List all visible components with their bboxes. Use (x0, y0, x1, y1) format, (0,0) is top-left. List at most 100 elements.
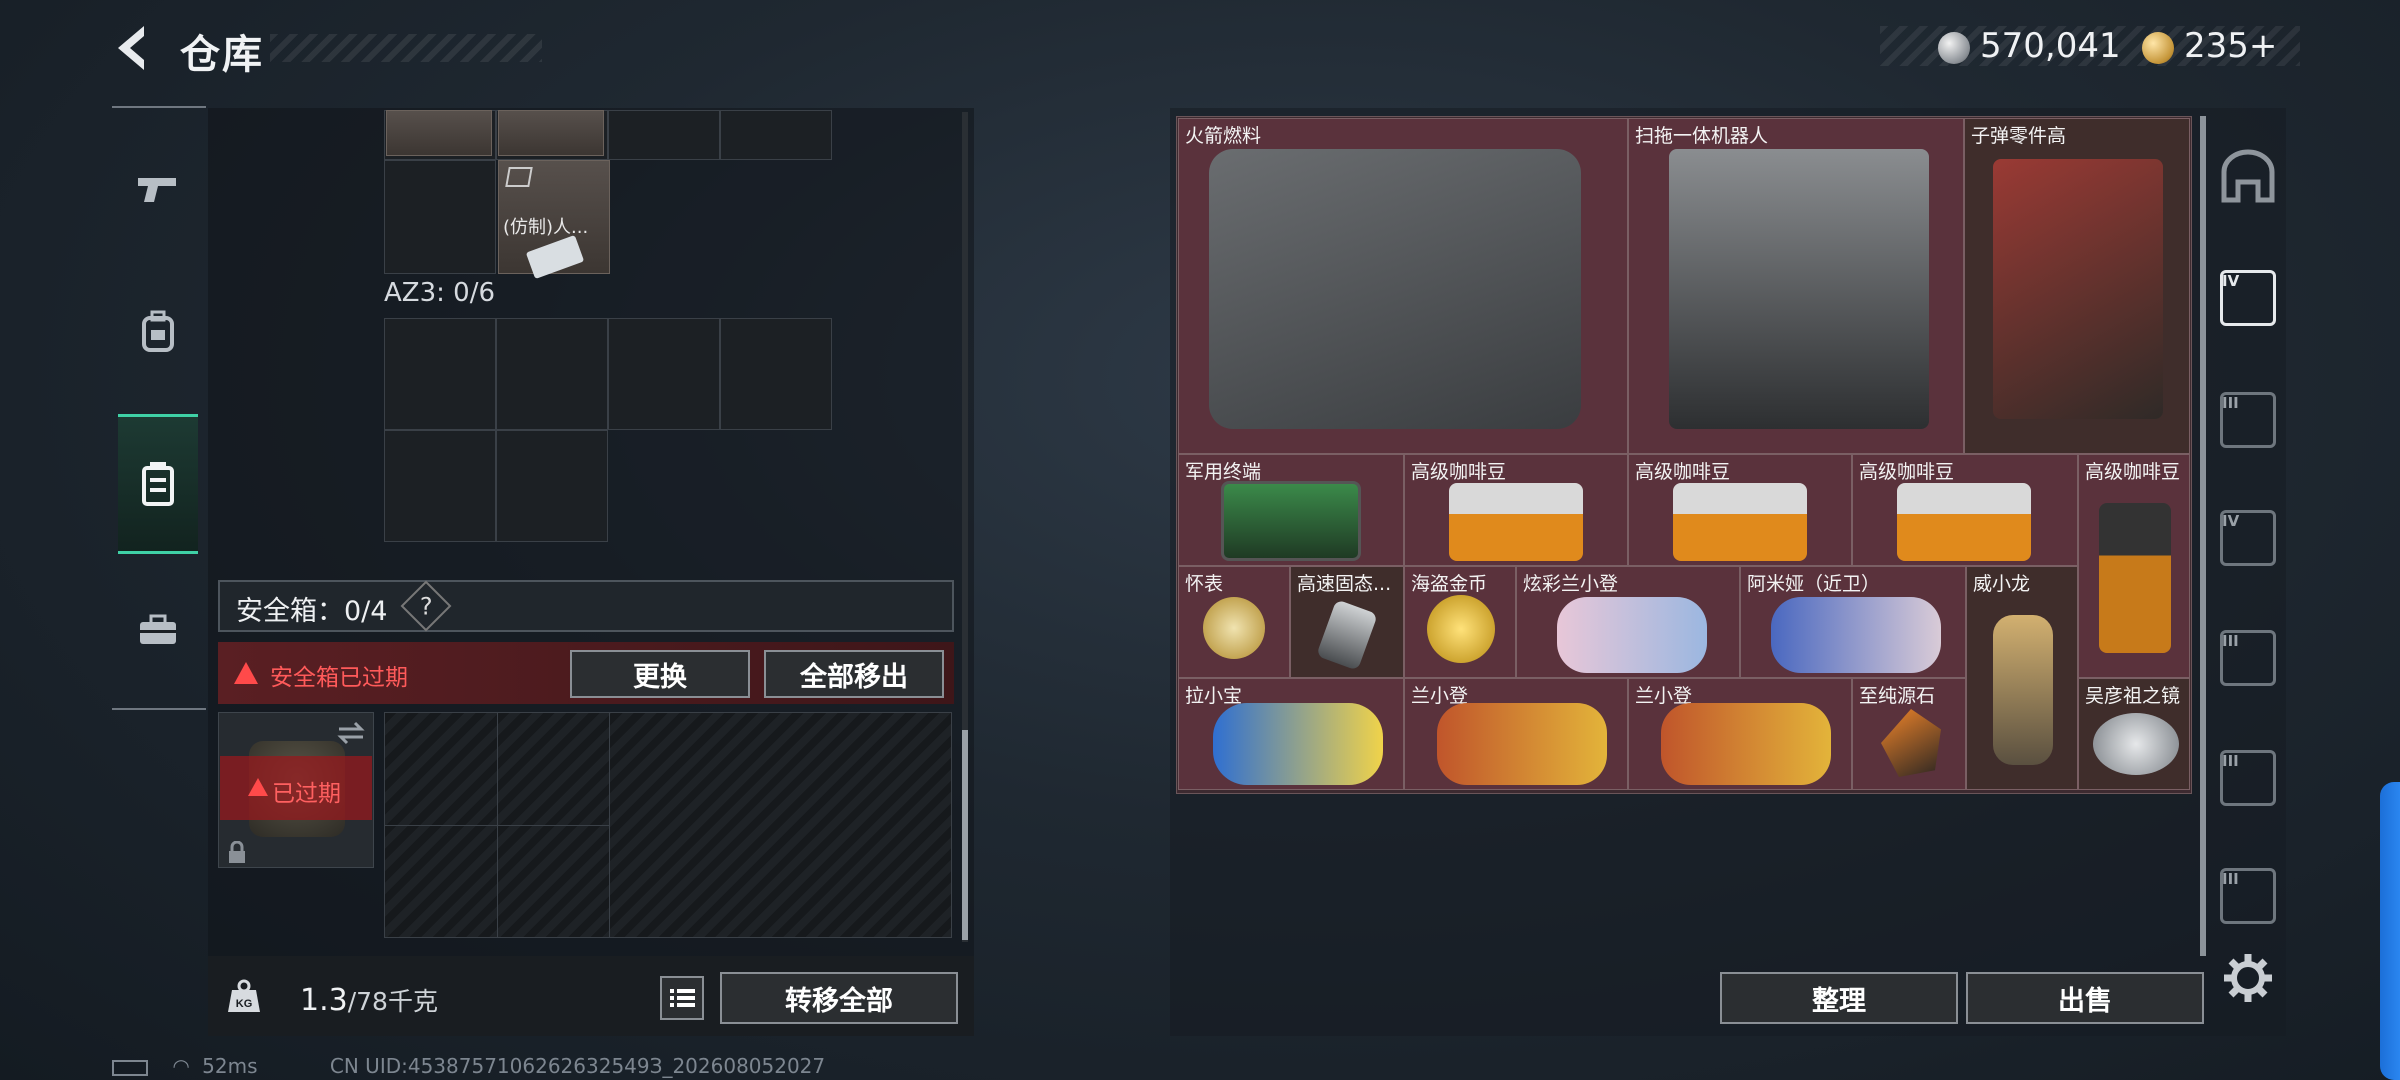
stash-item[interactable]: 高速固态... (1290, 566, 1404, 678)
warning-icon (234, 662, 258, 684)
item-label: 吴彦祖之镜 (2085, 685, 2181, 707)
stash-item[interactable]: 阿米娅（近卫） (1740, 566, 1966, 678)
ssd-image (1316, 599, 1378, 671)
weight-readout: 1.3/78千克 (300, 982, 438, 1018)
list-icon (670, 989, 695, 1007)
weight-max: /78千克 (347, 987, 438, 1016)
tier-label: III (2222, 394, 2239, 412)
scrollbar-thumb[interactable] (962, 730, 968, 940)
tier-label: III (2222, 870, 2239, 888)
coffee-beans-image (1673, 483, 1807, 561)
stash-item[interactable]: 怀表 (1178, 566, 1290, 678)
item-label: 高级咖啡豆 (1859, 461, 1955, 483)
coffee-bag-image (2099, 503, 2171, 653)
figure-image (1771, 597, 1941, 673)
warning-icon (248, 778, 268, 796)
silver-coin-icon (1938, 32, 1970, 64)
grid-cell[interactable] (496, 318, 608, 430)
tier-label: IV (2222, 512, 2240, 530)
stash-item[interactable]: 子弹零件高 (1964, 118, 2190, 454)
originium-image (1881, 709, 1941, 777)
stash-item[interactable]: 高级咖啡豆 (1404, 454, 1628, 566)
safehouse-icon[interactable] (2218, 148, 2278, 204)
stash-item[interactable]: 炫彩兰小登 (1516, 566, 1740, 678)
az3-capacity-label: AZ3: 0/6 (384, 278, 496, 308)
help-text: ? (419, 592, 433, 620)
stash-item[interactable]: 火箭燃料 (1178, 118, 1628, 454)
gold-currency-value[interactable]: 235+ (2184, 26, 2277, 66)
stash-item[interactable]: 至纯源石 (1852, 678, 1966, 790)
stash-item[interactable]: 兰小登 (1404, 678, 1628, 790)
item-label: (仿制)人... (503, 217, 589, 238)
expired-notice-text: 安全箱已过期 (270, 665, 408, 691)
tier-label: III (2222, 752, 2239, 770)
grid-cell[interactable] (384, 318, 496, 430)
status-bar: ◠ 52ms CN UID:4538757106262632549З_20260… (112, 1054, 825, 1078)
grid-cell[interactable] (720, 110, 832, 160)
item-label: 高速固态... (1297, 573, 1392, 595)
stash-item[interactable]: 海盗金币 (1404, 566, 1516, 678)
stash-item[interactable]: 吴彦祖之镜 (2078, 678, 2190, 790)
grid-cell[interactable] (384, 430, 496, 542)
swap-icon (337, 721, 365, 745)
pistol-icon (138, 178, 176, 202)
backpack-icon (142, 310, 174, 352)
replace-button[interactable]: 更换 (570, 650, 750, 698)
briefcase-icon (140, 614, 176, 644)
weight-current: 1.3 (300, 983, 348, 1018)
stash-item[interactable]: 拉小宝 (1178, 678, 1404, 790)
battery-icon (112, 1059, 148, 1076)
side-drawer-tab[interactable] (2380, 782, 2400, 1080)
robot-vacuum-image (1669, 149, 1929, 429)
item-label: 怀表 (1185, 573, 1224, 595)
item-label: 威小龙 (1973, 573, 2031, 595)
grid-cell[interactable] (608, 110, 720, 160)
silver-currency-value: 570,041 (1980, 26, 2121, 66)
figure-image (1213, 703, 1383, 785)
sort-button[interactable]: 整理 (1720, 972, 1958, 1024)
stash-item[interactable]: 高级咖啡豆 (2078, 454, 2190, 678)
stash-item[interactable]: 兰小登 (1628, 678, 1852, 790)
safe-box-grid[interactable] (384, 712, 952, 938)
grid-cell[interactable] (496, 430, 608, 542)
figure-image (1557, 597, 1707, 673)
back-arrow-icon[interactable] (108, 20, 164, 76)
transfer-all-button[interactable]: 转移全部 (720, 972, 958, 1024)
grid-cell[interactable] (384, 160, 496, 274)
list-view-button[interactable] (660, 976, 704, 1020)
wifi-icon: ◠ (172, 1054, 190, 1078)
title-stripe (270, 34, 542, 62)
container-icon (142, 462, 174, 506)
inventory-item[interactable] (498, 110, 604, 156)
case-expired-text: 已过期 (272, 781, 341, 807)
stash-item[interactable]: 威小龙 (1966, 566, 2078, 790)
stash-item[interactable]: 军用终端 (1178, 454, 1404, 566)
stash-item[interactable]: 高级咖啡豆 (1852, 454, 2078, 566)
stash-item[interactable]: 高级咖啡豆 (1628, 454, 1852, 566)
gear-icon[interactable] (2222, 952, 2274, 1004)
sidebar-item-container[interactable] (118, 414, 198, 554)
uid-text: CN UID:4538757106262632549З_202608052027 (329, 1054, 826, 1078)
item-label: 子弹零件高 (1971, 125, 2067, 147)
sidebar-item-toolbox[interactable] (118, 560, 198, 700)
tier-label: IV (2222, 272, 2240, 290)
stash-scrollbar-thumb[interactable] (2200, 116, 2206, 956)
item-label: 火箭燃料 (1185, 125, 1262, 147)
sell-button[interactable]: 出售 (1966, 972, 2204, 1024)
stash-item[interactable]: 扫拖一体机器人 (1628, 118, 1964, 454)
grid-cell[interactable] (608, 318, 720, 430)
ping-value: 52ms (202, 1054, 258, 1078)
item-label: 拉小宝 (1185, 685, 1243, 707)
remove-all-button[interactable]: 全部移出 (764, 650, 944, 698)
item-image (525, 234, 585, 280)
copy-icon (505, 167, 533, 187)
sidebar-item-weapon[interactable] (118, 120, 198, 260)
sidebar-item-armor[interactable] (118, 262, 198, 402)
kg-weight-icon: KG (228, 979, 260, 1012)
inventory-item[interactable] (386, 110, 492, 156)
page-title: 仓库 (180, 32, 264, 78)
grid-cell[interactable] (720, 318, 832, 430)
inventory-item-imitation[interactable]: (仿制)人... (498, 160, 610, 280)
item-label: 炫彩兰小登 (1523, 573, 1619, 595)
item-label: 至纯源石 (1859, 685, 1936, 707)
